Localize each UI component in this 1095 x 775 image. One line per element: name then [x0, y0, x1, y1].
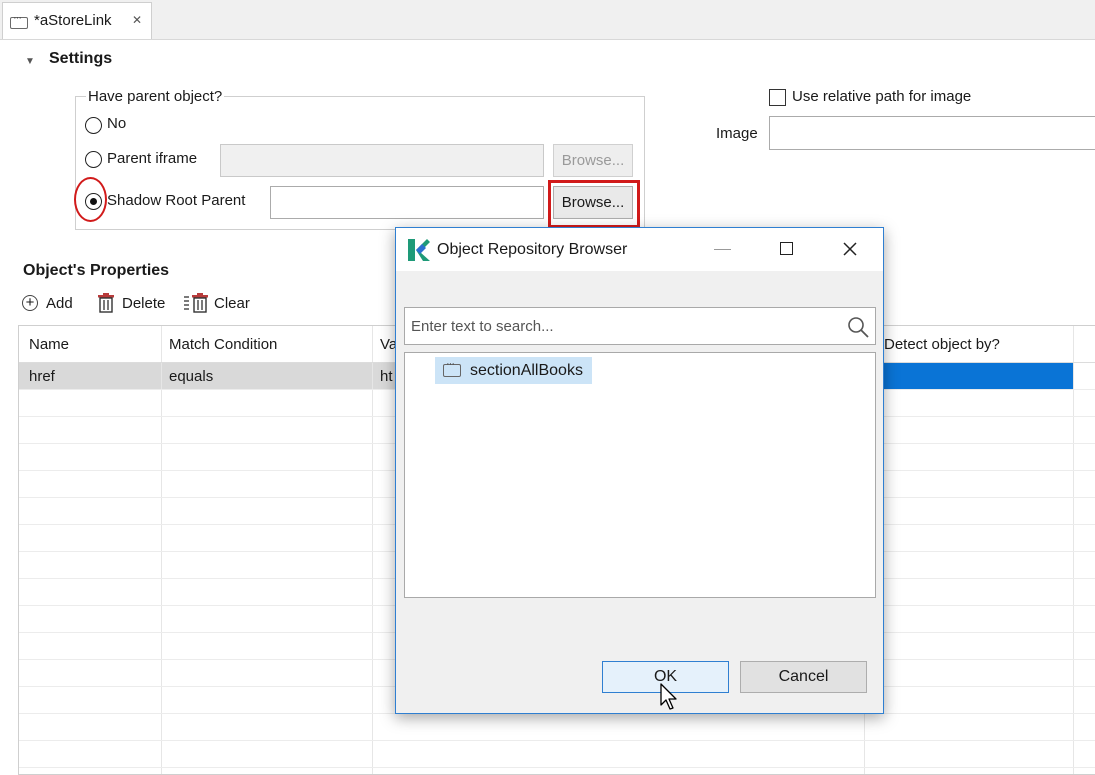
use-relative-path-label: Use relative path for image — [792, 88, 972, 105]
close-tab-icon[interactable]: ✕ — [132, 13, 142, 27]
parent-iframe-browse-button: Browse... — [553, 144, 633, 177]
delete-label: Delete — [122, 294, 166, 312]
cell-match-condition[interactable]: equals — [169, 368, 213, 385]
radio-no[interactable] — [85, 117, 102, 134]
tree-item[interactable]: ··· sectionAllBooks — [435, 357, 592, 384]
highlight-rectangle — [548, 180, 640, 228]
image-field[interactable] — [769, 116, 1095, 150]
settings-section-title[interactable]: Settings — [49, 50, 112, 68]
shadow-root-parent-field[interactable] — [270, 186, 544, 219]
editor-tab-bar — [0, 0, 1095, 40]
add-button[interactable]: + Add — [22, 293, 73, 313]
katalon-logo-icon — [408, 239, 430, 261]
radio-parent-iframe-label: Parent iframe — [107, 150, 198, 167]
editor-tab[interactable]: *aStoreLink ✕ — [2, 2, 152, 39]
dialog-title: Object Repository Browser — [437, 241, 628, 258]
clear-button[interactable]: Clear — [183, 293, 250, 313]
clear-label: Clear — [214, 294, 250, 312]
dialog-titlebar[interactable]: Object Repository Browser — [396, 228, 883, 271]
maximize-icon[interactable] — [780, 242, 793, 255]
trash-icon — [98, 293, 114, 313]
repository-tree: ··· sectionAllBooks — [404, 352, 876, 598]
cancel-button[interactable]: Cancel — [740, 661, 867, 693]
web-object-icon — [10, 12, 28, 29]
image-label: Image — [716, 125, 758, 142]
mouse-cursor-icon — [660, 683, 677, 710]
cell-name[interactable]: href — [29, 368, 55, 385]
object-repository-dialog: Object Repository Browser Enter text to … — [395, 227, 884, 714]
search-icon[interactable] — [847, 316, 869, 338]
column-header-detect-object[interactable]: Detect object by? — [884, 336, 1000, 353]
search-placeholder: Enter text to search... — [411, 318, 554, 335]
close-icon[interactable] — [843, 242, 857, 256]
minimize-icon — [714, 249, 731, 250]
radio-no-label: No — [107, 115, 127, 132]
radio-parent-iframe[interactable] — [85, 151, 102, 168]
highlight-ellipse — [74, 177, 107, 222]
search-input[interactable]: Enter text to search... — [404, 307, 876, 345]
column-header-name[interactable]: Name — [29, 336, 69, 353]
parent-iframe-field — [220, 144, 544, 177]
web-element-icon: ··· — [443, 358, 461, 377]
clear-all-icon — [184, 293, 208, 313]
use-relative-path-checkbox[interactable] — [769, 89, 786, 106]
cell-value[interactable]: ht — [380, 368, 393, 385]
column-header-match-condition[interactable]: Match Condition — [169, 336, 277, 353]
delete-button[interactable]: Delete — [97, 293, 165, 313]
selected-cell-highlight — [864, 363, 1073, 389]
radio-shadow-root-label: Shadow Root Parent — [107, 192, 246, 209]
properties-section-title: Object's Properties — [23, 262, 170, 279]
collapse-arrow-icon[interactable]: ▼ — [25, 56, 35, 67]
tree-item-label: sectionAllBooks — [470, 361, 583, 379]
add-label: Add — [46, 294, 73, 312]
editor-tab-title: *aStoreLink — [34, 12, 112, 29]
have-parent-label: Have parent object? — [86, 88, 225, 105]
add-icon: + — [22, 295, 38, 311]
